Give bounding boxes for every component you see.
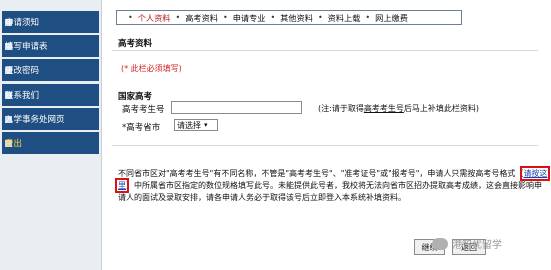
sidebar-item-label: 登出 [5, 139, 23, 149]
tab-separator: • [175, 13, 181, 22]
sidebar-item-label: 填写申请表 [5, 42, 48, 52]
province-label: *高考省市 [122, 123, 161, 133]
sidebar-item-admissions-page[interactable]: 入学事务处网页 [2, 108, 99, 130]
tab-separator: • [222, 13, 228, 22]
sidebar-item-label: 更改密码 [5, 66, 40, 76]
tab-gaokao-info[interactable]: 高考资料 [185, 12, 218, 24]
watermark: 港智优留学 [432, 236, 502, 251]
notice-paragraph: 不同省市区对"高考考生号"有不同名称，不管是"高考考生号"、"准考证号"或"报考… [114, 166, 551, 204]
tab-apply-major[interactable]: 申请专业 [233, 12, 266, 24]
exam-number-hint: (注:请于取得高考考生号后马上补填此栏资料) [318, 103, 479, 114]
required-note: (* 此栏必须填写) [121, 64, 182, 73]
divider [112, 145, 538, 146]
sidebar-item-label: 申请须知 [5, 18, 40, 28]
sidebar-item-label: 入学事务处网页 [5, 115, 65, 125]
chat-bubble-icon [432, 237, 448, 250]
tab-separator: • [128, 13, 133, 22]
sidebar-item-change-password[interactable]: 更改密码 [2, 59, 99, 81]
tab-other-info[interactable]: 其他资料 [280, 12, 313, 24]
notice-text: ）中所属省市区指定的数位规格填写此号。未能提供此号者，我校将无法向省市区招办提取… [118, 181, 542, 202]
notice-text: 不同省市区对"高考考生号"有不同名称，不管是"高考考生号"、"准考证号"或"报考… [118, 169, 524, 178]
hint-underlined: 高考考生号 [363, 104, 404, 113]
exam-number-label: 高考考生号 [122, 105, 165, 115]
section-subhead: 国家高考 [118, 92, 153, 102]
tab-separator: • [270, 13, 276, 22]
tab-online-payment[interactable]: 网上缴费 [375, 12, 408, 24]
sidebar-item-fill-application[interactable]: 填写申请表 [2, 35, 99, 57]
province-select[interactable]: 请选择 ▾ [174, 119, 218, 131]
sidebar: 申请须知 填写申请表 更改密码 联系我们 入学事务处网页 登出 [0, 0, 102, 270]
sidebar-item-contact-us[interactable]: 联系我们 [2, 84, 99, 106]
chevron-down-icon: ▾ [204, 121, 208, 129]
page-title: 高考资料 [118, 39, 153, 49]
tab-personal-info[interactable]: 个人资料 [138, 12, 171, 24]
tab-bar: • 个人资料 • 高考资料 • 申请专业 • 其他资料 • 资料上载 • 网上缴… [116, 10, 462, 25]
hint-prefix: (注:请于取得 [318, 104, 364, 113]
tab-separator: • [365, 13, 371, 22]
sidebar-item-logout[interactable]: 登出 [2, 132, 99, 154]
province-selected-value: 请选择 [177, 120, 201, 130]
hint-suffix: 后马上补填此栏资料) [403, 104, 479, 113]
tab-separator: • [317, 13, 323, 22]
divider [112, 50, 538, 51]
tab-upload[interactable]: 资料上载 [328, 12, 361, 24]
watermark-text: 港智优留学 [452, 240, 502, 251]
sidebar-item-application-notes[interactable]: 申请须知 [2, 11, 99, 33]
exam-number-input[interactable] [171, 101, 302, 114]
sidebar-item-label: 联系我们 [5, 91, 40, 101]
